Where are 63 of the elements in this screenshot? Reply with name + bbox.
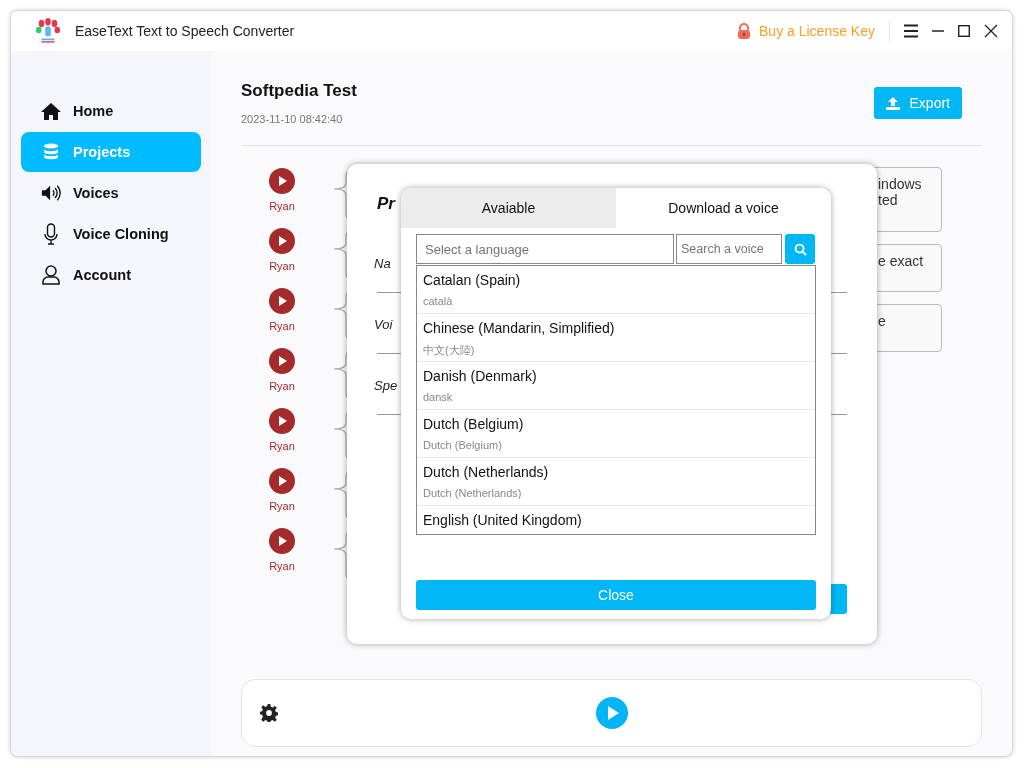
language-name: Dutch (Netherlands): [423, 464, 550, 480]
sidebar-item[interactable]: Home: [21, 91, 201, 131]
language-native-name: català: [423, 295, 454, 307]
database-icon: [41, 143, 61, 161]
lock-icon: [737, 23, 752, 39]
language-native-name: 中文(大陸): [423, 343, 476, 358]
close-icon[interactable]: [984, 24, 998, 38]
project-title: Softpedia Test: [241, 81, 357, 101]
language-name: Catalan (Spain): [423, 272, 522, 288]
language-item[interactable]: Dutch (Belgium) Dutch (Belgium): [417, 410, 815, 458]
language-native-name: dansk: [423, 391, 454, 403]
field-label: Voi: [374, 317, 393, 332]
language-field[interactable]: Select a language: [416, 234, 674, 264]
app-logo-icon: [35, 18, 61, 44]
microphone-icon: [41, 223, 61, 245]
field-label: Spe: [374, 378, 398, 393]
tab[interactable]: Avaiable: [401, 188, 616, 228]
tab[interactable]: Download a voice: [616, 188, 831, 228]
play-icon[interactable]: [269, 528, 295, 554]
sidebar-item[interactable]: Voice Cloning: [21, 214, 201, 254]
dialog-title: Pr: [377, 194, 395, 214]
menu-icon[interactable]: [904, 24, 918, 38]
segment-text: e exact: [878, 253, 925, 269]
language-native-name: Dutch (Netherlands): [423, 487, 523, 499]
language-item[interactable]: English (United Kingdom): [417, 506, 815, 534]
user-icon: [41, 265, 61, 285]
settings-icon[interactable]: [260, 704, 278, 722]
speaker-icon: [41, 184, 61, 202]
voice-name: Ryan: [269, 260, 295, 272]
maximize-icon[interactable]: [958, 25, 970, 37]
language-name: Chinese (Mandarin, Simplified): [423, 320, 616, 336]
field-label: Na: [374, 256, 391, 271]
play-icon[interactable]: [269, 168, 295, 194]
upload-icon: [885, 96, 900, 110]
play-icon[interactable]: [269, 348, 295, 374]
language-item[interactable]: Danish (Denmark) dansk: [417, 362, 815, 410]
play-icon[interactable]: [269, 228, 295, 254]
language-native-name: Dutch (Belgium): [423, 439, 503, 451]
home-icon: [41, 102, 61, 120]
language-name: Danish (Denmark): [423, 368, 538, 384]
language-name: Dutch (Belgium): [423, 416, 525, 432]
language-item[interactable]: Chinese (Mandarin, Simplified) 中文(大陸): [417, 314, 815, 362]
play-icon[interactable]: [269, 468, 295, 494]
voice-name: Ryan: [269, 200, 295, 212]
sidebar-item[interactable]: Account: [21, 255, 201, 295]
segment-text: ted: [878, 192, 899, 208]
play-icon[interactable]: [269, 288, 295, 314]
language-item[interactable]: Catalan (Spain) català: [417, 266, 815, 314]
voice-name: Ryan: [269, 320, 295, 332]
project-date: 2023-11-10 08:42:40: [241, 113, 344, 125]
app-title: EaseText Text to Speech Converter: [75, 23, 295, 39]
voice-name: Ryan: [269, 380, 295, 392]
search-icon: [793, 242, 807, 256]
sidebar-item[interactable]: Voices: [21, 173, 201, 213]
voice-name: Ryan: [269, 500, 295, 512]
voice-search-field[interactable]: Search a voice: [676, 234, 782, 264]
segment-text: e: [878, 313, 887, 329]
language-item[interactable]: Dutch (Netherlands) Dutch (Netherlands): [417, 458, 815, 506]
language-name: English (United Kingdom): [423, 512, 583, 528]
segment-text: indows: [878, 176, 923, 192]
play-icon[interactable]: [269, 408, 295, 434]
voice-name: Ryan: [269, 560, 295, 572]
voice-name: Ryan: [269, 440, 295, 452]
